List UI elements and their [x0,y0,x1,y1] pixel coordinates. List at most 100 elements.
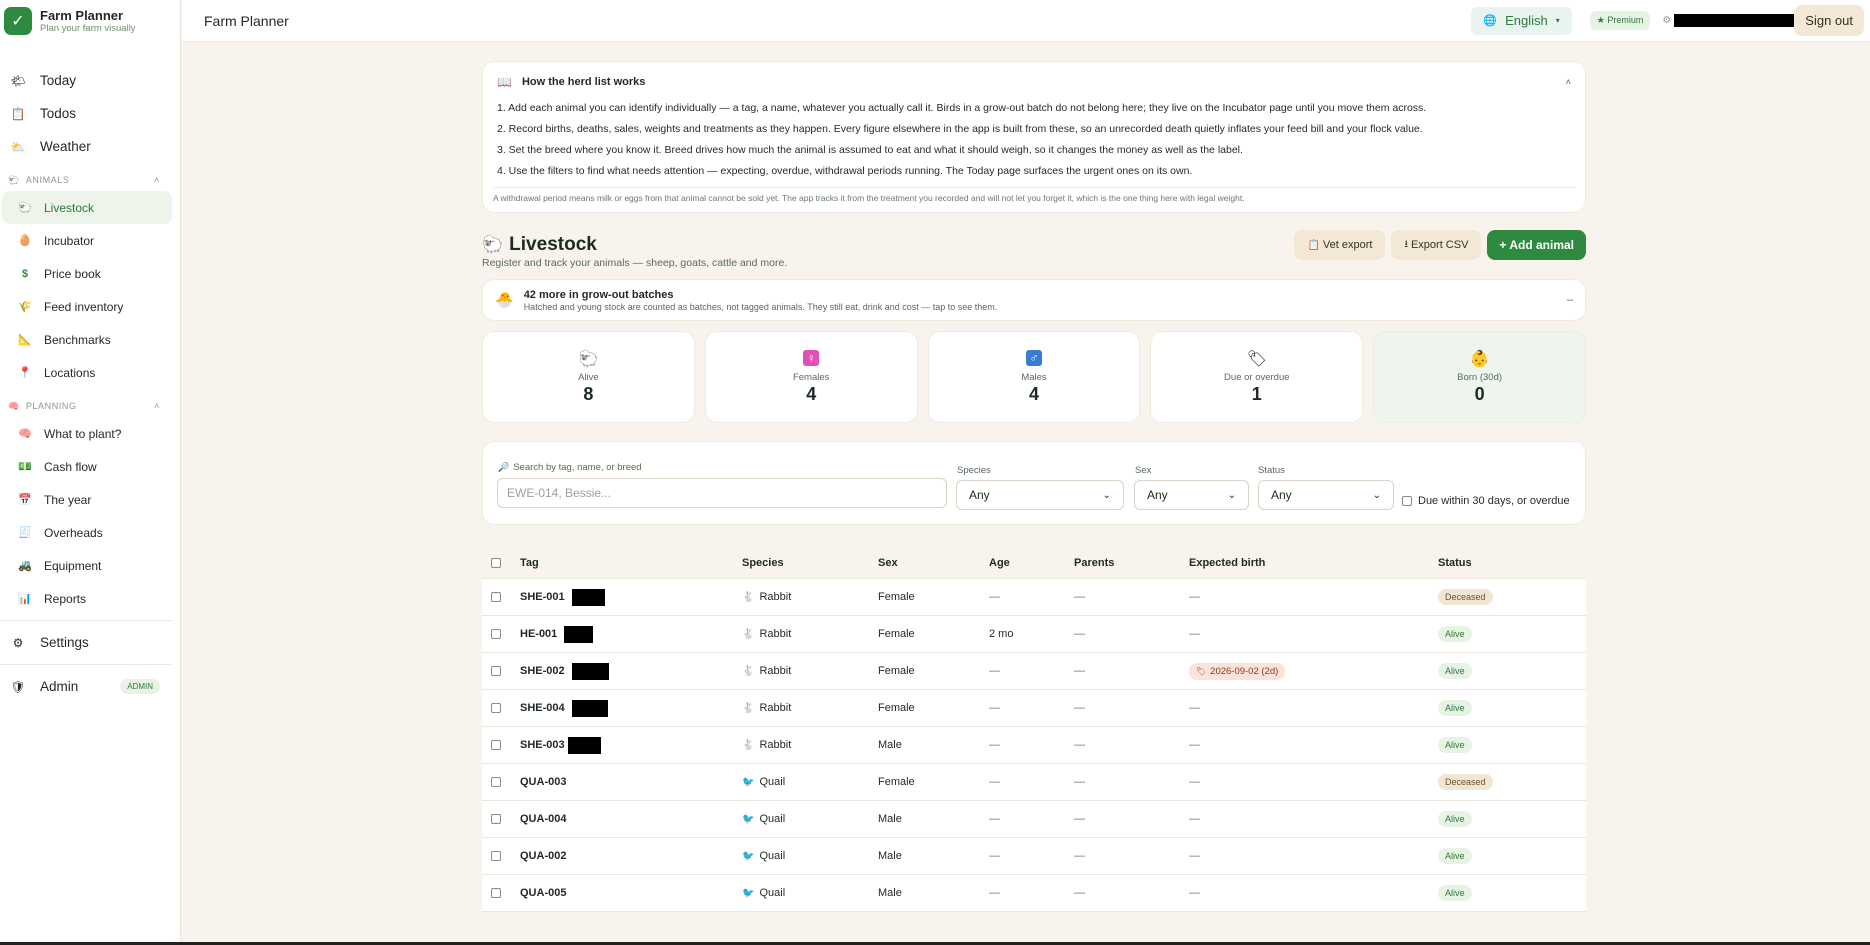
search-input[interactable] [497,478,947,508]
nav-item-weather[interactable]: ⛅ Weather [0,130,180,163]
row-checkbox[interactable] [491,888,501,898]
nav-item-today[interactable]: 🌤 Today [0,64,180,97]
col-age[interactable]: Age [989,557,1010,569]
tag-cell: SHE-002 [520,665,565,677]
vet-export-button[interactable]: 📋 Vet export [1294,230,1386,260]
book-icon: 📖 [497,75,512,89]
brain-icon: 🧠 [8,400,20,411]
tag-icon: 🏷 [1196,666,1207,676]
tag-cell: SHE-003 [520,739,565,751]
expected-cell: — [1189,739,1200,751]
expected-birth-pill: 🏷 2026-09-02 (2d) [1189,662,1286,680]
stat-males[interactable]: ♂ Males 4 [927,331,1141,423]
section-planning-toggle[interactable]: 🧠 PLANNING ˄ [0,395,180,417]
row-checkbox[interactable] [491,777,501,787]
stat-females[interactable]: ♀ Females 4 [704,331,918,423]
stat-born-30d[interactable]: 👶 Born (30d) 0 [1373,331,1586,423]
row-checkbox[interactable] [491,814,501,824]
row-checkbox[interactable] [491,703,501,713]
sidebar-item-locations[interactable]: 📍 Locations [2,356,172,389]
sex-cell: Female [878,628,915,640]
col-sex[interactable]: Sex [878,557,898,569]
brand[interactable]: ✓ Farm Planner Plan your farm visually [0,0,180,42]
export-csv-button[interactable]: ⭳ Export CSV [1391,230,1482,260]
row-checkbox[interactable] [491,666,501,676]
col-expected-birth[interactable]: Expected birth [1189,557,1265,569]
col-status[interactable]: Status [1438,557,1472,569]
select-all-checkbox[interactable] [491,558,501,568]
table-row[interactable]: QUA-002 🐦 Quail Male — — — Alive [482,838,1586,875]
species-cell: Quail [759,850,786,862]
table-row[interactable]: SHE-004 🐇 Rabbit Female — — — Alive [482,690,1586,727]
growout-batches-banner[interactable]: 🐣 42 more in grow-out batches Hatched an… [482,279,1586,321]
due-checkbox[interactable] [1402,496,1412,506]
sidebar-item-benchmarks[interactable]: 📐 Benchmarks [2,323,172,356]
row-checkbox[interactable] [491,740,501,750]
col-species[interactable]: Species [742,557,784,569]
divider [0,620,172,621]
sheep-icon: 🐑 [8,174,20,185]
nav-item-admin[interactable]: 🛡 Admin ADMIN [0,670,180,703]
gear-icon[interactable]: ⚙ [1662,15,1671,26]
triangle-ruler-icon: 📐 [18,334,32,346]
table-row[interactable]: QUA-003 🐦 Quail Female — — — Deceased [482,764,1586,801]
chevron-down-icon: ▾ [1555,16,1560,25]
sidebar-item-incubator[interactable]: 🥚 Incubator [2,224,172,257]
add-animal-button[interactable]: + Add animal [1487,230,1586,260]
howto-header[interactable]: 📖 How the herd list works ˄ [493,72,1575,92]
col-tag[interactable]: Tag [520,557,539,569]
section-label: ANIMALS [25,175,70,185]
sidebar-item-the-year[interactable]: 📅 The year [2,483,172,516]
sidebar-item-label: What to plant? [44,426,122,441]
sign-out-button[interactable]: Sign out [1794,5,1864,36]
nav-item-todos[interactable]: 📋 Todos [0,97,180,130]
sidebar-item-reports[interactable]: 📊 Reports [2,582,172,615]
species-value: Any [969,488,990,502]
section-animals-toggle[interactable]: 🐑 ANIMALS ˄ [0,169,180,191]
chevron-up-icon[interactable]: ˄ [1566,77,1571,87]
gear-icon: ⚙ [12,635,24,650]
status-badge: Alive [1438,737,1472,753]
sidebar-item-price-book[interactable]: $ Price book [2,257,172,290]
brand-title: Farm Planner [40,8,124,23]
sidebar-item-overheads[interactable]: 🧾 Overheads [2,516,172,549]
sex-select[interactable]: Any ⌄ [1134,480,1249,510]
row-checkbox[interactable] [491,851,501,861]
parents-cell: — [1074,739,1085,751]
sex-cell: Male [878,739,902,751]
row-checkbox[interactable] [491,592,501,602]
rabbit-icon: 🐇 [742,591,755,603]
stat-alive[interactable]: 🐑 Alive 8 [482,331,695,423]
sidebar-item-equipment[interactable]: 🚜 Equipment [2,549,172,582]
table-row[interactable]: HE-001 🐇 Rabbit Female 2 mo — — Alive [482,616,1586,653]
status-select[interactable]: Any ⌄ [1258,480,1394,510]
nav-item-settings[interactable]: ⚙ Settings [0,626,180,659]
name-redacted [567,736,601,754]
stat-due-overdue[interactable]: 🏷 Due or overdue 1 [1150,331,1364,423]
table-row[interactable]: QUA-004 🐦 Quail Male — — — Alive [482,801,1586,838]
species-select[interactable]: Any ⌄ [956,480,1124,510]
parents-cell: — [1074,776,1085,788]
sidebar-item-feed-inventory[interactable]: 🌾 Feed inventory [2,290,172,323]
collapse-toggle[interactable]: – [1567,294,1573,306]
dollar-icon: $ [21,267,29,280]
section-label: PLANNING [25,401,77,411]
sidebar-item-what-to-plant[interactable]: 🧠 What to plant? [2,417,172,450]
row-checkbox[interactable] [491,629,501,639]
language-select[interactable]: 🌐 English ▾ [1471,6,1572,35]
table-row[interactable]: SHE-001 🐇 Rabbit Female — — — Deceased [482,579,1586,616]
sidebar-item-livestock[interactable]: 🐑 Livestock [2,191,172,224]
species-cell: Quail [759,813,786,825]
parents-cell: — [1074,887,1085,899]
age-cell: — [989,813,1000,825]
table-row[interactable]: SHE-003 🐇 Rabbit Male — — — Alive [482,727,1586,764]
grain-icon: 🌾 [18,301,32,313]
due-filter[interactable]: Due within 30 days, or overdue [1402,495,1570,507]
receipt-icon: 🧾 [18,527,32,539]
col-parents[interactable]: Parents [1074,557,1114,569]
table-row[interactable]: SHE-002 🐇 Rabbit Female — — 🏷 2026-09-02 (… [482,653,1586,690]
table-row[interactable]: QUA-005 🐦 Quail Male — — — Alive [482,875,1586,912]
sidebar-item-cash-flow[interactable]: 💵 Cash flow [2,450,172,483]
parents-cell: — [1074,813,1085,825]
checklist-icon: 📋 [10,106,26,121]
